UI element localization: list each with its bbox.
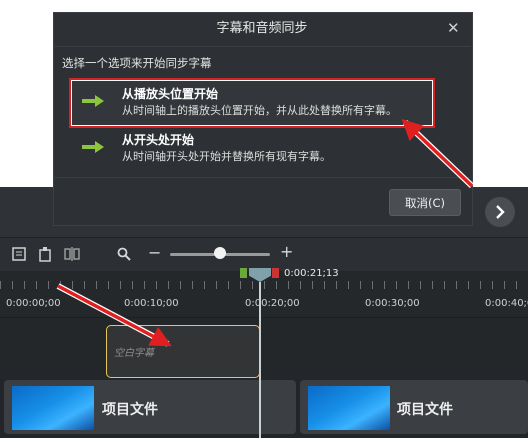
option-description: 从时间轴开头处开始并替换所有现有字幕。: [122, 150, 331, 163]
divider: [53, 177, 471, 178]
paste-track-icon[interactable]: [37, 246, 53, 262]
next-button[interactable]: [485, 197, 515, 227]
in-point-marker[interactable]: [240, 268, 247, 278]
playhead-line: [259, 282, 261, 438]
ruler-label: 0:00:20;00: [245, 298, 300, 309]
arrow-right-icon: [82, 141, 104, 153]
caption-clip-label: 空白字幕: [114, 348, 154, 359]
dialog-title: 字幕和音频同步: [216, 21, 308, 36]
ruler-label: 0:00:10;00: [124, 298, 179, 309]
close-icon[interactable]: ✕: [447, 20, 460, 36]
option-title: 从播放头位置开始: [122, 87, 219, 101]
divider: [53, 46, 471, 47]
zoom-search-icon: [117, 247, 131, 261]
chevron-right-icon: [496, 205, 505, 219]
media-clip-label: 项目文件: [397, 402, 453, 418]
clip-thumbnail: [12, 386, 94, 430]
copy-track-icon[interactable]: [11, 246, 27, 262]
cancel-button[interactable]: 取消(C): [389, 189, 461, 216]
dialog-subtitle: 选择一个选项来开始同步字幕: [62, 56, 212, 70]
out-point-marker[interactable]: [272, 268, 279, 278]
ruler-label: 0:00:40;0: [485, 298, 528, 309]
zoom-slider-handle[interactable]: [214, 247, 226, 259]
caption-track: [0, 318, 528, 380]
zoom-in-button[interactable]: +: [280, 242, 293, 261]
option-description: 从时间轴上的播放头位置开始，并从此处替换所有字幕。: [122, 104, 397, 117]
ruler-label: 0:00:00;00: [6, 298, 61, 309]
media-clip-label: 项目文件: [102, 402, 158, 418]
playhead-time: 0:00:21;13: [284, 268, 339, 279]
ruler-ticks: [0, 281, 528, 289]
ruler-label: 0:00:30;00: [365, 298, 420, 309]
zoom-out-button[interactable]: −: [148, 243, 161, 262]
option-title: 从开头处开始: [122, 133, 195, 147]
clip-thumbnail: [308, 386, 390, 430]
arrow-right-icon: [82, 95, 104, 107]
split-icon[interactable]: [64, 246, 80, 262]
